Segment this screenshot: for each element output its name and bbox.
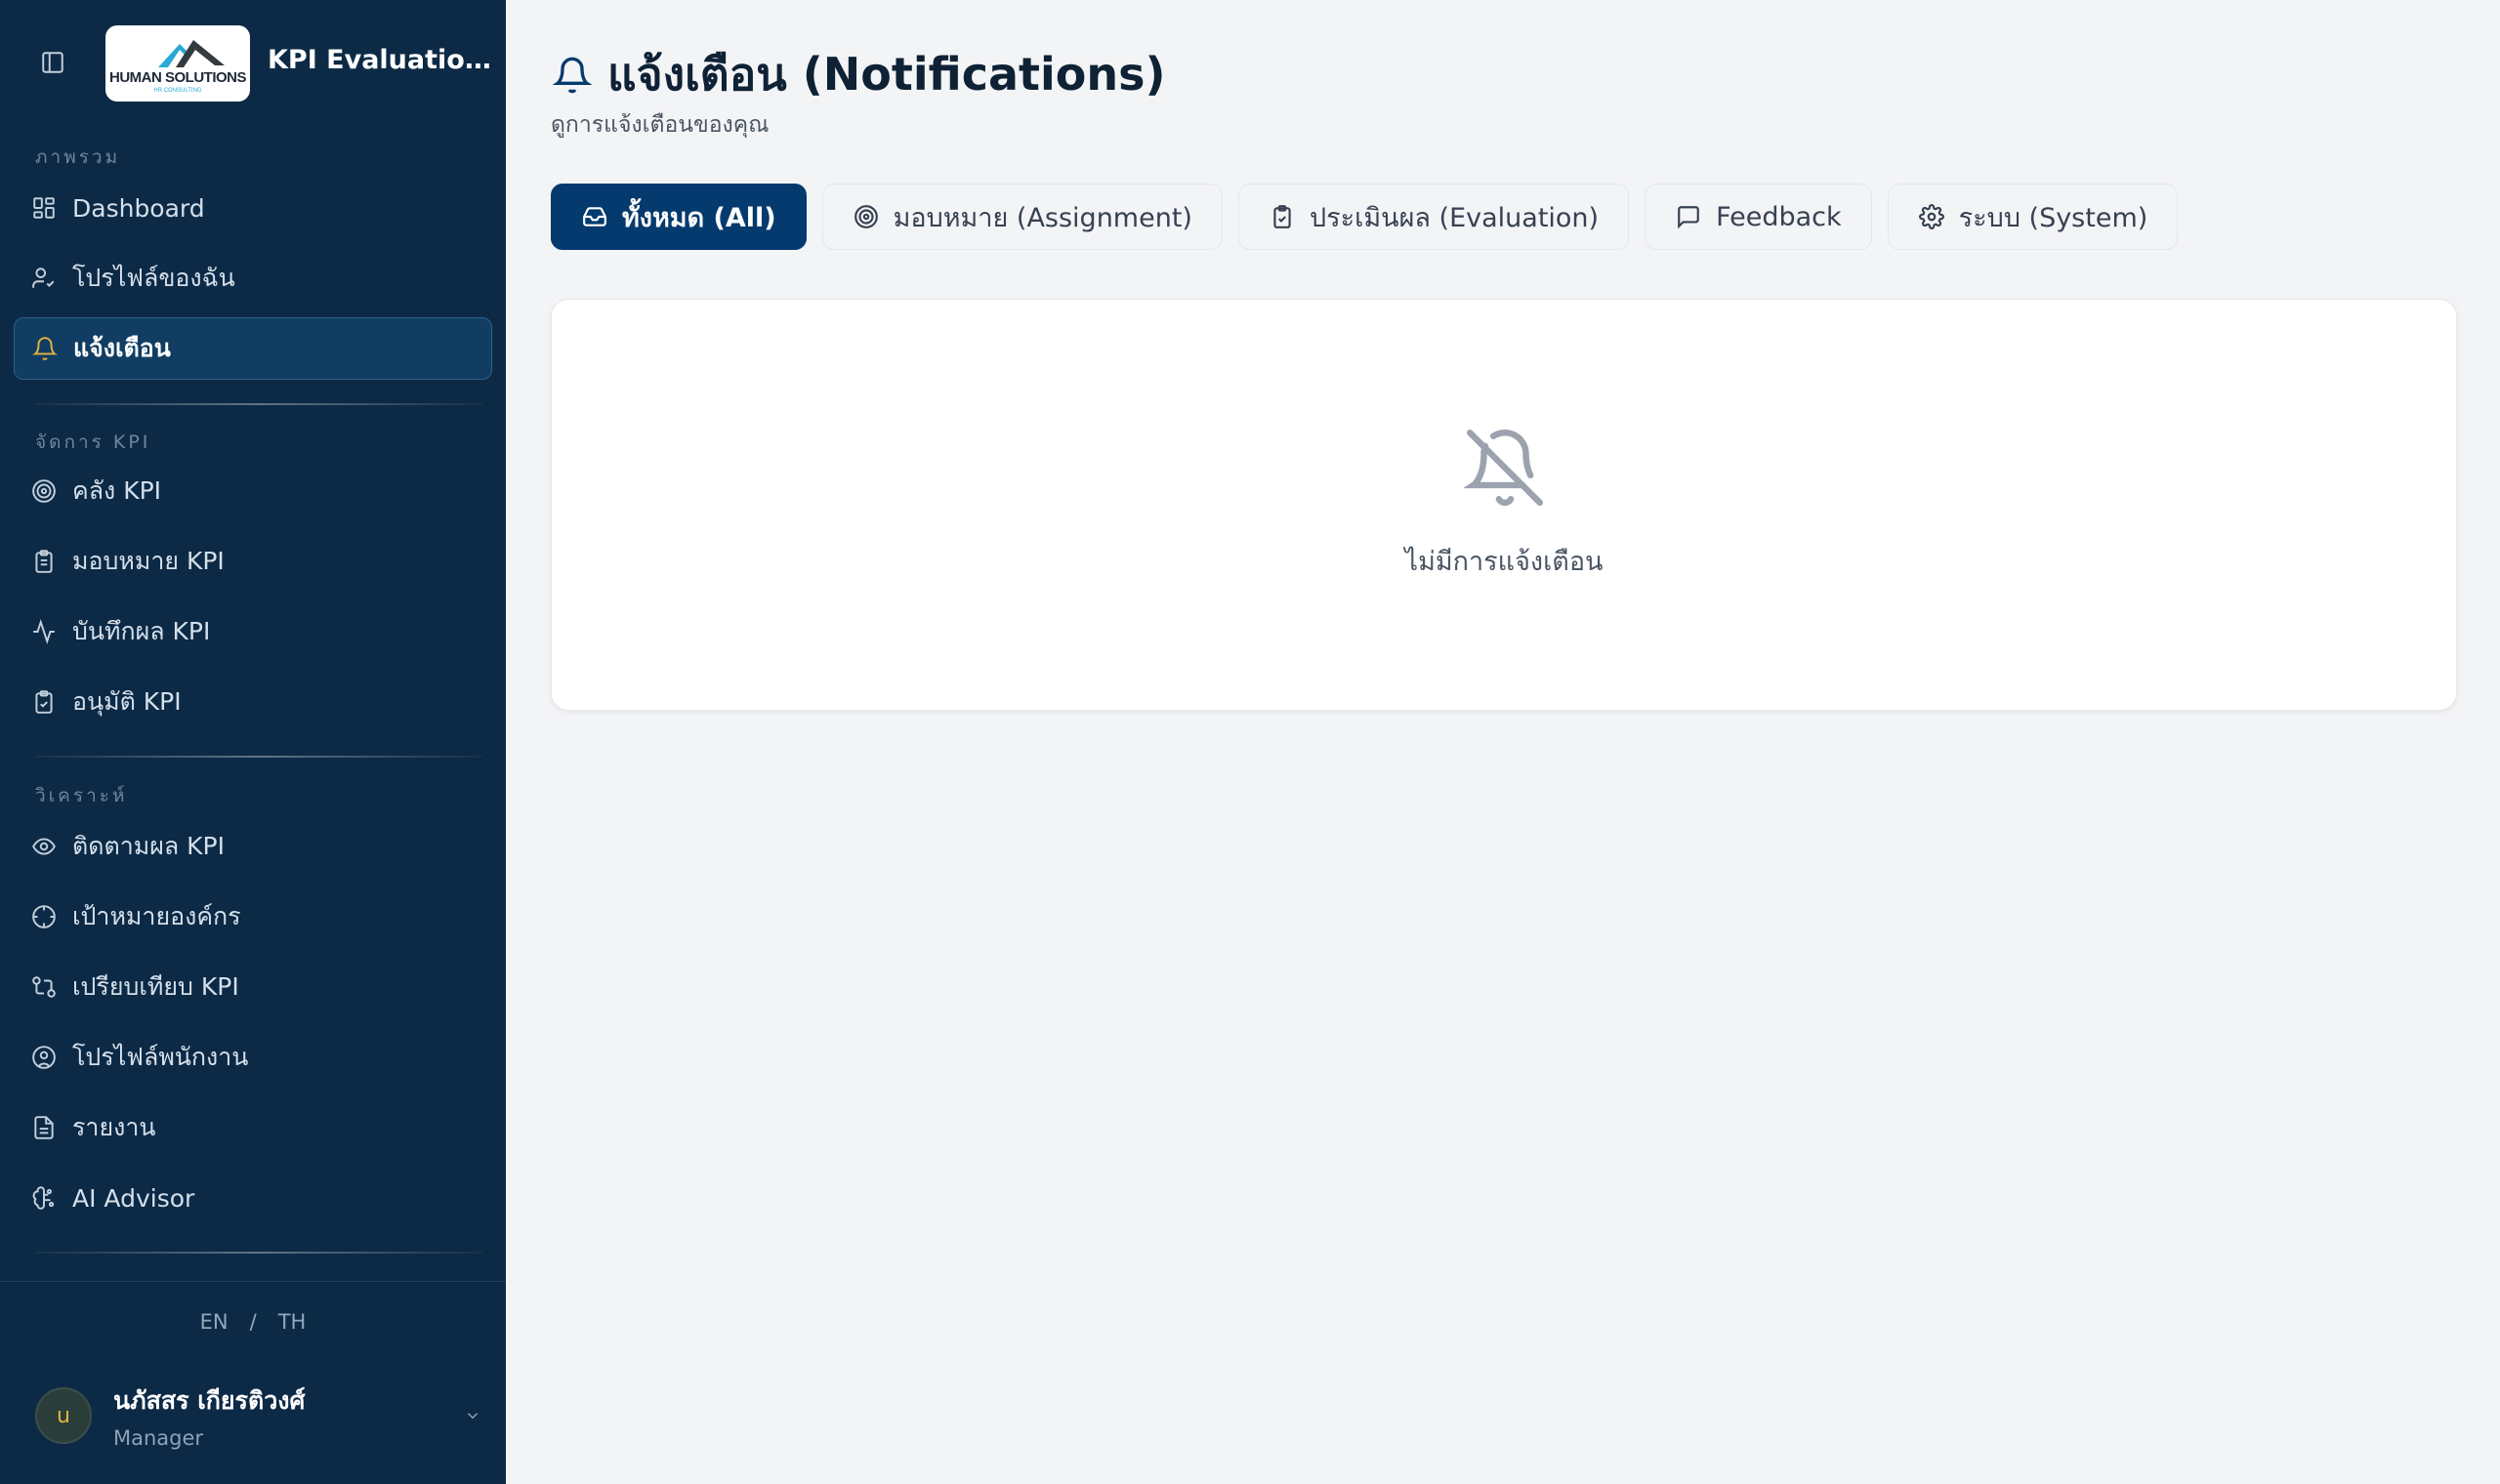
user-role: Manager <box>113 1426 204 1450</box>
sidebar-item-assign-kpi[interactable]: มอบหมาย KPI <box>14 530 492 593</box>
user-name: นภัสสร เกียรติวงศ์ <box>113 1386 306 1415</box>
page-subtitle: ดูการแจ้งเตือนของคุณ <box>551 112 770 138</box>
section-label-kpi-management: จัดการ KPI <box>35 432 151 453</box>
tab-label: ระบบ (System) <box>1958 202 2148 233</box>
logo-subtext: HR CONSULTING <box>153 87 202 94</box>
language-switcher: EN / TH <box>0 1310 506 1334</box>
sidebar-item-label: Dashboard <box>72 193 205 223</box>
bell-icon <box>30 334 60 363</box>
sidebar-item-record-kpi[interactable]: บันทึกผล KPI <box>14 600 492 663</box>
gear-icon <box>1918 203 1945 230</box>
bell-off-icon <box>1462 425 1548 511</box>
chevron-down-icon <box>461 1404 484 1427</box>
section-label-overview: ภาพรวม <box>35 146 121 168</box>
sidebar-footer-border <box>0 1281 506 1282</box>
clipboard-check-icon <box>1269 203 1296 230</box>
sidebar-item-my-profile[interactable]: โปรไฟล์ของฉัน <box>14 247 492 309</box>
sidebar-item-label: แจ้งเตือน <box>73 334 171 362</box>
brain-icon <box>29 1183 59 1213</box>
sidebar-item-label: บันทึกผล KPI <box>72 617 211 645</box>
sidebar-item-label: เป้าหมายองค์กร <box>72 902 241 930</box>
target-icon <box>29 476 59 506</box>
logo-mark-icon <box>158 39 225 67</box>
sidebar-item-approve-kpi[interactable]: อนุมัติ KPI <box>14 671 492 733</box>
empty-state-text: ไม่มีการแจ้งเตือน <box>1404 547 1604 577</box>
sidebar-item-label: ติดตามผล KPI <box>72 832 225 860</box>
tab-label: ทั้งหมด (All) <box>622 202 776 233</box>
app-title: KPI Evaluation System <box>268 45 494 75</box>
file-text-icon <box>29 1113 59 1142</box>
tab-all[interactable]: ทั้งหมด (All) <box>551 184 807 250</box>
language-separator: / <box>249 1310 257 1334</box>
clipboard-check-icon <box>29 687 59 717</box>
sidebar-item-label: โปรไฟล์ของฉัน <box>72 264 235 292</box>
notifications-panel: ไม่มีการแจ้งเตือน <box>551 299 2457 711</box>
sidebar-item-kpi-library[interactable]: คลัง KPI <box>14 460 492 522</box>
eye-icon <box>29 832 59 861</box>
tab-label: Feedback <box>1716 201 1842 232</box>
sidebar-item-label: AI Advisor <box>72 1183 195 1213</box>
language-en-button[interactable]: EN <box>200 1310 229 1334</box>
sidebar-item-track-kpi[interactable]: ติดตามผล KPI <box>14 815 492 878</box>
language-th-button[interactable]: TH <box>278 1310 307 1334</box>
company-logo: HUMAN SOLUTIONS HR CONSULTING <box>105 25 250 102</box>
sidebar-item-dashboard[interactable]: Dashboard <box>14 177 492 239</box>
sidebar-item-ai-advisor[interactable]: AI Advisor <box>14 1167 492 1229</box>
tab-feedback[interactable]: Feedback <box>1645 184 1872 250</box>
target-icon <box>853 203 880 230</box>
sidebar-item-org-goals[interactable]: เป้าหมายองค์กร <box>14 886 492 948</box>
tab-label: มอบหมาย (Assignment) <box>893 202 1192 233</box>
tab-assignment[interactable]: มอบหมาย (Assignment) <box>821 184 1223 250</box>
sidebar-item-label: คลัง KPI <box>72 476 162 505</box>
page-title: แจ้งเตือน (Notifications) <box>607 48 1166 101</box>
message-square-icon <box>1675 203 1702 230</box>
sidebar-item-label: อนุมัติ KPI <box>72 687 182 716</box>
compare-icon <box>29 972 59 1002</box>
sidebar-item-label: โปรไฟล์พนักงาน <box>72 1043 249 1071</box>
sidebar-item-label: เปรียบเทียบ KPI <box>72 972 239 1001</box>
tab-evaluation[interactable]: ประเมินผล (Evaluation) <box>1237 184 1630 250</box>
sidebar-item-compare-kpi[interactable]: เปรียบเทียบ KPI <box>14 956 492 1018</box>
sidebar-item-label: มอบหมาย KPI <box>72 547 225 575</box>
sidebar-item-notifications[interactable]: แจ้งเตือน <box>14 317 492 380</box>
user-check-icon <box>29 264 59 293</box>
panel-left-icon <box>42 52 63 73</box>
logo-text: HUMAN SOLUTIONS <box>109 68 247 86</box>
sidebar-item-employee-profile[interactable]: โปรไฟล์พนักงาน <box>14 1026 492 1089</box>
sidebar-divider <box>35 756 482 758</box>
sidebar-toggle-button[interactable] <box>35 47 70 78</box>
inbox-icon <box>581 203 608 230</box>
tab-label: ประเมินผล (Evaluation) <box>1309 202 1600 233</box>
notification-tabs: ทั้งหมด (All) มอบหมาย (Assignment) ประเม… <box>551 184 2179 250</box>
sidebar: HUMAN SOLUTIONS HR CONSULTING KPI Evalua… <box>0 0 506 1484</box>
section-label-analytics: วิเคราะห์ <box>35 785 128 806</box>
sidebar-item-label: รายงาน <box>72 1113 156 1141</box>
avatar: u <box>35 1387 92 1444</box>
bell-icon <box>551 54 594 97</box>
page-header: แจ้งเตือน (Notifications) <box>551 39 1166 110</box>
sidebar-divider <box>35 1252 482 1254</box>
clipboard-list-icon <box>29 547 59 576</box>
user-info: นภัสสร เกียรติวงศ์ Manager <box>113 1381 461 1450</box>
sidebar-divider <box>35 403 482 405</box>
sidebar-item-reports[interactable]: รายงาน <box>14 1096 492 1159</box>
user-menu[interactable]: u นภัสสร เกียรติวงศ์ Manager <box>35 1381 484 1451</box>
dashboard-icon <box>29 193 59 223</box>
activity-icon <box>29 617 59 646</box>
user-circle-icon <box>29 1043 59 1072</box>
tab-system[interactable]: ระบบ (System) <box>1887 184 2179 250</box>
crosshair-icon <box>29 902 59 931</box>
